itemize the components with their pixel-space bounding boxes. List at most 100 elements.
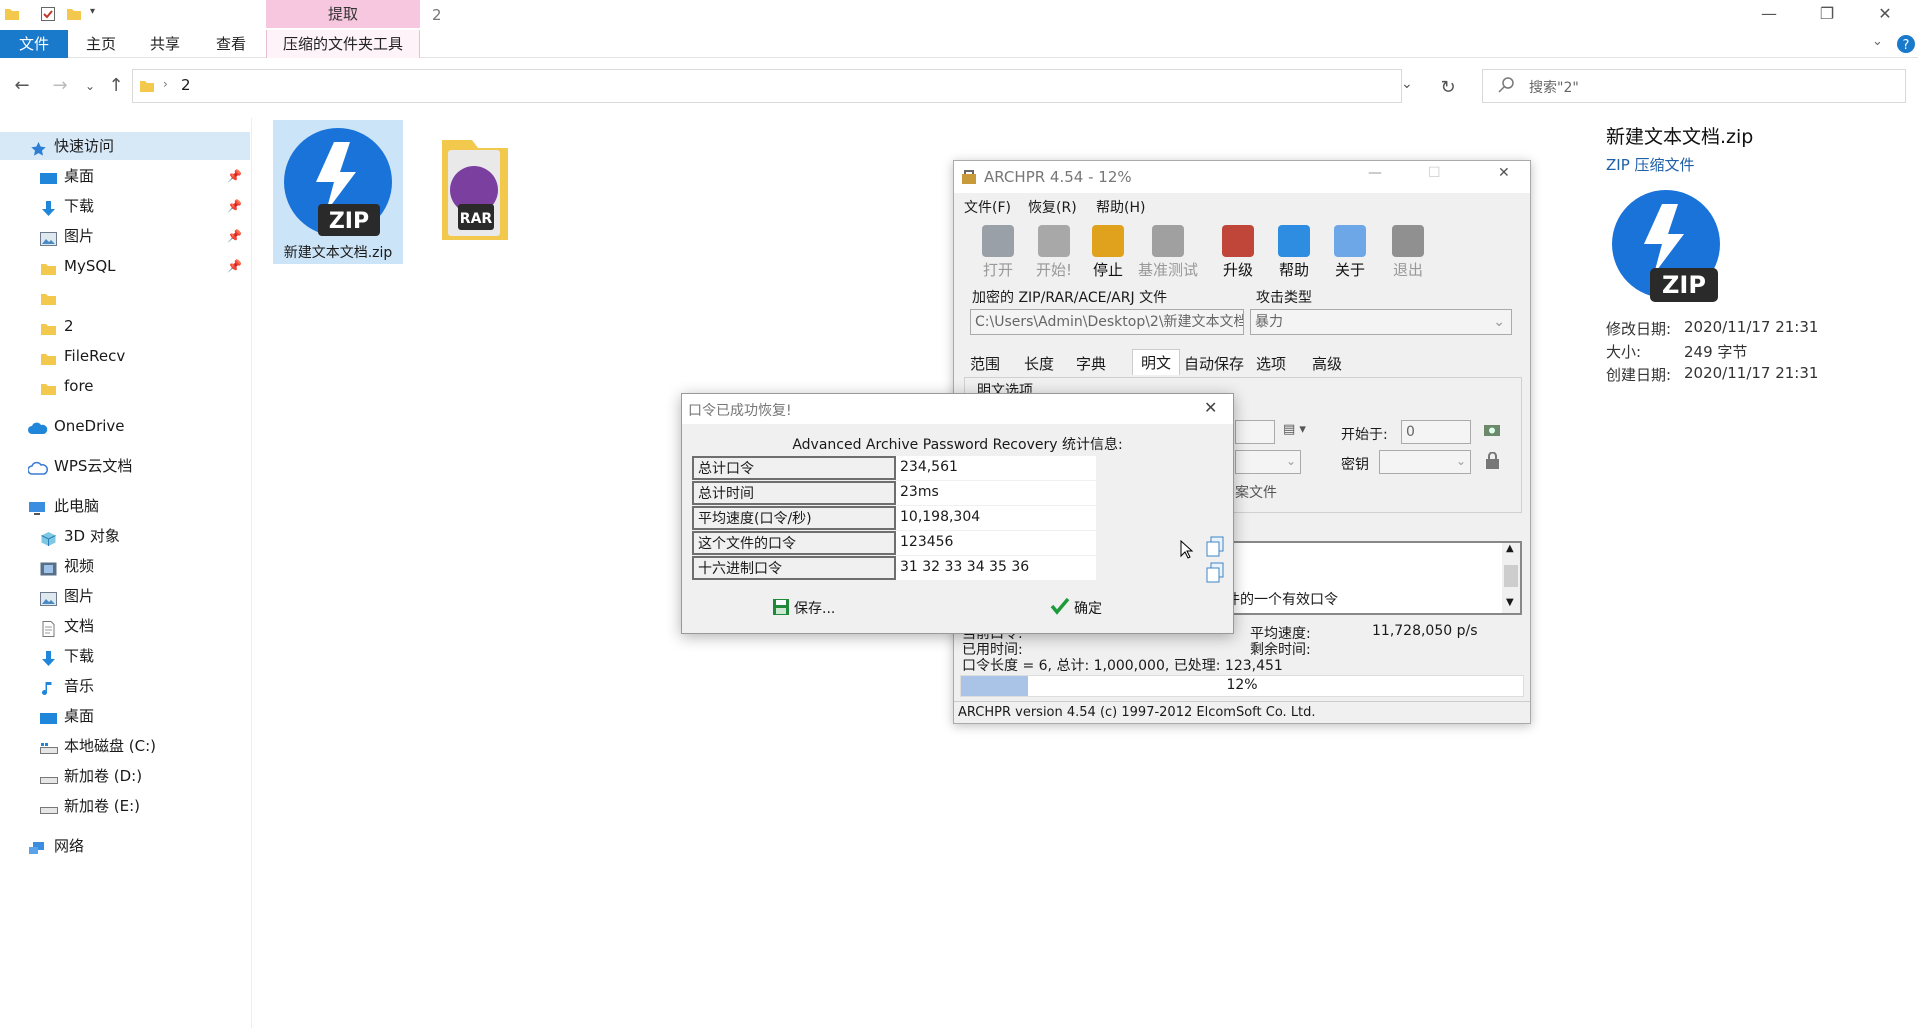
qat-dropdown-icon[interactable]: ▾ [90, 6, 106, 22]
tab-compressed-folder-tools[interactable]: 压缩的文件夹工具 [266, 30, 420, 58]
pin-icon[interactable]: 📌 [227, 222, 242, 250]
sidebar-item-this-pc[interactable]: 此电脑 [0, 492, 250, 520]
new-folder-icon[interactable] [66, 6, 82, 22]
sidebar-item-desktop[interactable]: 桌面 📌 [0, 162, 250, 190]
properties-icon[interactable] [40, 6, 56, 22]
meta-value: 2020/11/17 21:31 [1684, 364, 1819, 382]
sidebar-item-drive-e[interactable]: 新加卷 (E:) [0, 792, 250, 820]
sidebar-item-quick-access[interactable]: 快速访问 [0, 132, 250, 160]
close-button[interactable]: ✕ [1856, 0, 1914, 30]
tool-benchmark-button[interactable]: 基准测试 [1138, 223, 1198, 283]
sidebar-item-label: 桌面 [64, 707, 95, 725]
sidebar-item-3d-objects[interactable]: 3D 对象 [0, 522, 250, 550]
tool-exit-button[interactable]: 退出 [1378, 223, 1438, 283]
sidebar-item-downloads-pc[interactable]: 下载 [0, 642, 250, 670]
context-tab-extract[interactable]: 提取 [266, 0, 420, 28]
sidebar-item-desktop-pc[interactable]: 桌面 [0, 702, 250, 730]
scroll-down-icon[interactable]: ▼ [1506, 597, 1514, 608]
archpr-tab[interactable]: 明文 [1132, 349, 1181, 375]
attack-type-select[interactable]: 暴力 ⌄ [1250, 309, 1512, 335]
sidebar-item-downloads[interactable]: 下载 📌 [0, 192, 250, 220]
ribbon-expand-icon[interactable]: ⌄ [1872, 34, 1883, 49]
sidebar-item-pictures-pc[interactable]: 图片 [0, 582, 250, 610]
stat-value[interactable]: 31 32 33 34 35 36 [896, 556, 1096, 580]
archpr-tab[interactable]: 字典 [1076, 351, 1106, 377]
address-dropdown-icon[interactable]: ⌄ [1401, 76, 1413, 92]
archpr-tab[interactable]: 自动保存 [1184, 351, 1244, 377]
tab-share[interactable]: 共享 [140, 30, 190, 58]
sidebar-item-folder-unnamed[interactable] [0, 282, 250, 310]
breadcrumb[interactable]: 2 [181, 76, 191, 94]
lock-icon[interactable] [1483, 451, 1503, 474]
stat-value[interactable]: 10,198,304 [896, 506, 1096, 530]
sidebar-item-mysql[interactable]: MySQL 📌 [0, 252, 250, 280]
dialog-close-button[interactable]: ✕ [1204, 398, 1217, 417]
refresh-icon[interactable]: ↻ [1436, 76, 1460, 100]
tool-upgrade-button[interactable]: 升级 [1208, 223, 1268, 283]
key-field[interactable]: ⌄ [1379, 450, 1471, 474]
tool-start-button[interactable]: 开始! [1024, 223, 1084, 283]
maximize-button[interactable]: ❐ [1798, 0, 1856, 30]
file-item-zip[interactable]: ZIP 新建文本文档.zip [273, 120, 403, 264]
archpr-minimize-button[interactable]: — [1368, 165, 1382, 181]
tool-help-button[interactable]: 帮助 [1264, 223, 1324, 283]
sidebar-item-pictures[interactable]: 图片 📌 [0, 222, 250, 250]
back-arrow-icon[interactable]: ← [10, 74, 34, 98]
tool-stop-button[interactable]: 停止 [1078, 223, 1138, 283]
recent-locations-icon[interactable]: ⌄ [78, 74, 102, 98]
copy-hex-icon[interactable] [1206, 562, 1228, 588]
file-item-rar[interactable]: RAR [436, 124, 526, 244]
save-button[interactable]: 保存... [772, 594, 862, 620]
menu-help[interactable]: 帮助(H) [1096, 197, 1145, 217]
sidebar-item-fore[interactable]: fore [0, 372, 250, 400]
scroll-up-icon[interactable]: ▲ [1506, 543, 1514, 554]
minimize-button[interactable]: — [1740, 0, 1798, 30]
archpr-tab[interactable]: 范围 [970, 351, 1000, 377]
archpr-maximize-button[interactable]: ☐ [1428, 165, 1441, 181]
sidebar-item-filerecv[interactable]: FileRecv [0, 342, 250, 370]
breadcrumb-chevron-icon[interactable]: › [163, 77, 168, 91]
tab-file[interactable]: 文件 [0, 30, 68, 58]
sidebar-item-onedrive[interactable]: OneDrive [0, 412, 250, 440]
sidebar-item-network[interactable]: 网络 [0, 832, 250, 860]
pin-icon[interactable]: 📌 [227, 252, 242, 280]
scroll-thumb[interactable] [1504, 565, 1518, 587]
forward-arrow-icon[interactable]: → [48, 74, 72, 98]
folder-open-icon[interactable]: ▤ ▾ [1283, 422, 1306, 437]
ok-button[interactable]: 确定 [1050, 594, 1130, 620]
log-scrollbar[interactable]: ▲ ▼ [1502, 543, 1520, 613]
archpr-tab[interactable]: 高级 [1312, 351, 1342, 377]
stat-value[interactable]: 23ms [896, 481, 1096, 505]
tool-open-button[interactable]: 打开 [968, 223, 1028, 283]
pin-icon[interactable]: 📌 [227, 162, 242, 190]
up-arrow-icon[interactable]: ↑ [104, 74, 128, 98]
stat-value[interactable]: 123456 [896, 531, 1096, 555]
address-bar[interactable]: › 2 ⌄ [132, 69, 1413, 103]
pin-icon[interactable]: 📌 [227, 192, 242, 220]
file-path-field[interactable]: C:\Users\Admin\Desktop\2\新建文本文档 [970, 309, 1244, 335]
sidebar-item-drive-d[interactable]: 新加卷 (D:) [0, 762, 250, 790]
sidebar-item-drive-c[interactable]: 本地磁盘 (C:) [0, 732, 250, 760]
sidebar-item-wps-cloud[interactable]: WPS云文档 [0, 452, 250, 480]
menu-file[interactable]: 文件(F) [964, 197, 1011, 217]
sidebar-item-music[interactable]: 音乐 [0, 672, 250, 700]
archpr-close-button[interactable]: ✕ [1498, 165, 1510, 181]
tool-about-button[interactable]: 关于 [1320, 223, 1380, 283]
sidebar-item-folder-2[interactable]: 2 [0, 312, 250, 340]
stat-value[interactable]: 234,561 [896, 456, 1096, 480]
archpr-tab[interactable]: 选项 [1256, 351, 1286, 377]
copy-password-icon[interactable] [1206, 536, 1228, 562]
help-icon[interactable]: ? [1896, 34, 1916, 58]
search-input[interactable]: 搜索"2" [1482, 69, 1906, 103]
tab-home[interactable]: 主页 [76, 30, 126, 58]
start-at-field[interactable]: 0 [1401, 420, 1471, 444]
menu-recovery[interactable]: 恢复(R) [1028, 197, 1077, 217]
sidebar-item-videos[interactable]: 视频 [0, 552, 250, 580]
tab-view[interactable]: 查看 [206, 30, 256, 58]
archpr-app-icon [960, 168, 978, 190]
settings-icon[interactable] [1483, 422, 1503, 444]
plain-file-select[interactable]: ⌄ [1235, 450, 1301, 474]
archpr-tab[interactable]: 长度 [1024, 351, 1054, 377]
plain-file-field[interactable] [1235, 420, 1275, 444]
sidebar-item-documents[interactable]: 文档 [0, 612, 250, 640]
